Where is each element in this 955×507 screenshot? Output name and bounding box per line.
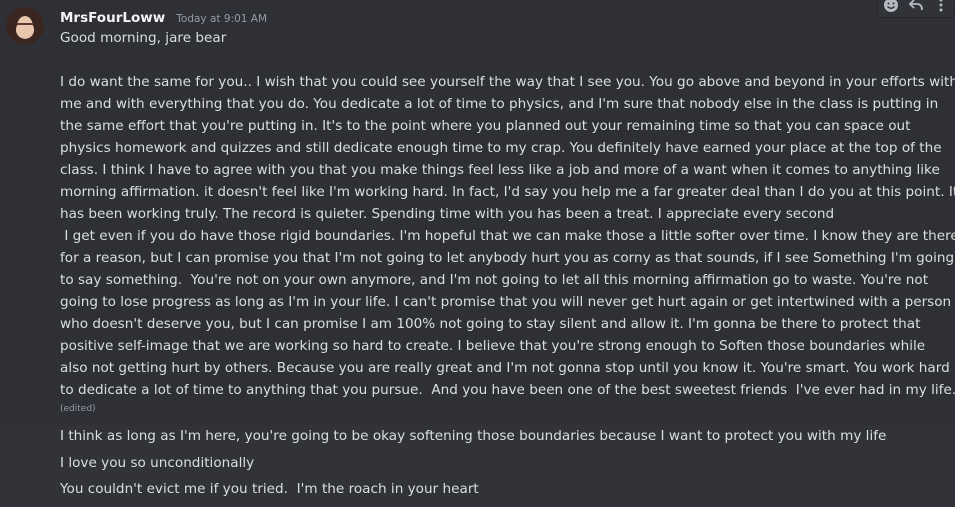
message-line: going to lose progress as long as I'm in… bbox=[60, 294, 952, 310]
avatar-glasses bbox=[17, 23, 33, 30]
timestamp[interactable]: Today at 9:01 AM bbox=[176, 13, 267, 25]
more-icon[interactable] bbox=[932, 0, 950, 14]
message-line: me and with everything that you do. You … bbox=[60, 96, 939, 112]
followup-message: You couldn't evict me if you tried. I'm … bbox=[60, 481, 479, 497]
followup-message: I think as long as I'm here, you're goin… bbox=[60, 428, 887, 444]
message-line: also not getting hurt by others. Because… bbox=[60, 360, 950, 376]
avatar[interactable] bbox=[6, 7, 44, 45]
message-line: positive self-image that we are working … bbox=[60, 338, 926, 354]
message-group[interactable]: MrsFourLoww Today at 9:01 AM Good mornin… bbox=[0, 0, 955, 425]
message-line: for a reason, but I can promise you that… bbox=[60, 250, 955, 266]
message-line: the same effort that you're putting in. … bbox=[60, 118, 911, 134]
reply-icon[interactable] bbox=[907, 0, 925, 14]
message-header: MrsFourLoww Today at 9:01 AM bbox=[60, 7, 267, 27]
message-line: I get even if you do have those rigid bo… bbox=[60, 228, 955, 244]
username[interactable]: MrsFourLoww bbox=[60, 10, 165, 26]
message-line: to dedicate a lot of time to anything th… bbox=[60, 382, 955, 398]
add-reaction-icon[interactable] bbox=[882, 0, 900, 14]
edited-label[interactable]: (edited) bbox=[60, 403, 945, 415]
message-line: has been working truly. The record is qu… bbox=[60, 206, 835, 222]
message-line: morning affirmation. it doesn't feel lik… bbox=[60, 184, 955, 200]
message-line: I do want the same for you.. I wish that… bbox=[60, 74, 955, 90]
message-body: Good morning, jare bear I do want the sa… bbox=[60, 27, 955, 415]
message-greeting: Good morning, jare bear bbox=[60, 30, 227, 46]
message-line: class. I think I have to agree with you … bbox=[60, 162, 940, 178]
message-line: to say something. You're not on your own… bbox=[60, 272, 929, 288]
message-line: who doesn't deserve you, but I can promi… bbox=[60, 316, 921, 332]
message-toolbar bbox=[877, 0, 955, 18]
message-line: physics homework and quizzes and still d… bbox=[60, 140, 942, 156]
followup-message: I love you so unconditionally bbox=[60, 455, 255, 471]
